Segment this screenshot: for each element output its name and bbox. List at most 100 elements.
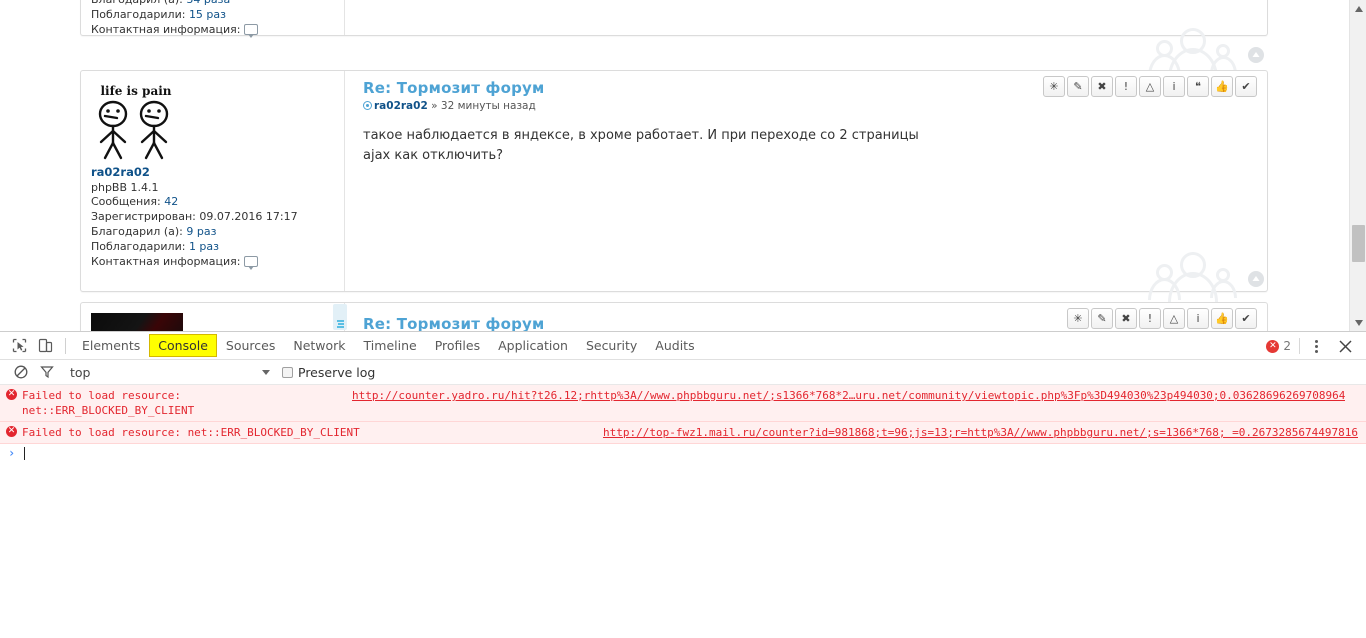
report-post-button[interactable]: ✳ <box>1067 308 1089 329</box>
profile-label: Благодарил (а): <box>91 0 183 6</box>
post-meta-separator: » <box>431 100 438 112</box>
post-body: ✳ ✎ ✖ ! △ i ❝ 👍 ✔ Re: Тормозит форум ra0… <box>345 71 1267 291</box>
post-info-button[interactable]: i <box>1187 308 1209 329</box>
filter-icon[interactable] <box>34 359 60 385</box>
report-icon-button[interactable]: △ <box>1163 308 1185 329</box>
profile-value[interactable]: 15 раз <box>189 8 226 21</box>
profile-label: Поблагодарили: <box>91 7 186 21</box>
profile-label: Благодарил (а): <box>91 225 183 239</box>
sidebar-toggle-tab[interactable] <box>333 304 347 330</box>
profile-label: Контактная информация: <box>91 254 241 268</box>
console-prompt-icon: › <box>8 446 16 460</box>
quote-post-button[interactable]: ❝ <box>1187 76 1209 97</box>
chevron-up-icon <box>1252 52 1260 57</box>
console-source-link[interactable]: http://counter.yadro.ru/hit?t26.12;rhttp… <box>352 388 1345 403</box>
preserve-log-checkbox[interactable] <box>282 366 293 378</box>
preserve-log-label: Preserve log <box>298 364 376 380</box>
scrollbar-up-arrow[interactable] <box>1350 0 1366 17</box>
error-count-badge[interactable]: ✕ 2 <box>1266 339 1291 353</box>
preserve-log-toggle[interactable]: Preserve log <box>282 365 375 380</box>
tab-application[interactable]: Application <box>489 334 577 357</box>
profile-label: Контактная информация: <box>91 22 241 36</box>
console-error-row[interactable]: ✕ Failed to load resource: net::ERR_BLOC… <box>0 385 1366 422</box>
tab-profiles[interactable]: Profiles <box>426 334 489 357</box>
delete-post-button[interactable]: ✖ <box>1091 76 1113 97</box>
tab-timeline[interactable]: Timeline <box>355 334 426 357</box>
devtools-tabbar: Elements Console Sources Network Timelin… <box>0 332 1366 360</box>
profile-row-contact: Контактная информация: <box>91 255 336 270</box>
profile-rank: phpBB 1.4.1 <box>91 180 159 194</box>
profile-value[interactable]: 34 раза <box>186 0 230 6</box>
toolbar-divider <box>65 337 66 354</box>
tab-security[interactable]: Security <box>577 334 646 357</box>
console-message-text: net::ERR_BLOCKED_BY_CLIENT <box>22 404 195 417</box>
console-message-list: ✕ Failed to load resource: net::ERR_BLOC… <box>0 385 1366 464</box>
post-ra02ra02: life is pain ra02ra02 phpBB 1.4.1 Сообще… <box>80 70 1268 292</box>
post-profile: life is pain ra02ra02 phpBB 1.4.1 Сообще… <box>81 71 345 291</box>
profile-row-thanked-received: Поблагодарили: 1 раз <box>91 240 336 255</box>
scrollbar-thumb[interactable] <box>1352 225 1365 262</box>
scroll-to-top-button[interactable] <box>1248 47 1264 63</box>
post-partial-top: Благодарил (а): 34 раза Поблагодарили: 1… <box>80 0 1268 38</box>
toolbar-divider <box>1299 338 1300 354</box>
private-message-icon[interactable] <box>243 23 258 38</box>
toggle-device-toolbar-icon[interactable] <box>32 333 58 359</box>
tab-network[interactable]: Network <box>284 334 354 357</box>
tab-console[interactable]: Console <box>149 334 217 357</box>
post-content-line: такое наблюдается в яндексе, в хроме раб… <box>363 128 919 143</box>
post-anchor-icon[interactable] <box>363 101 372 110</box>
profile-row-thanked-received: Поблагодарили: 15 раз <box>91 8 336 23</box>
approve-post-button[interactable]: ✔ <box>1235 76 1257 97</box>
profile-value[interactable]: 1 раз <box>189 240 219 253</box>
post-meta-author[interactable]: ra02ra02 <box>374 100 428 112</box>
warn-user-button[interactable]: ! <box>1139 308 1161 329</box>
tab-audits[interactable]: Audits <box>646 334 703 357</box>
browser-page-viewport: Благодарил (а): 34 раза Поблагодарили: 1… <box>0 0 1366 331</box>
more-options-icon[interactable] <box>1308 336 1324 356</box>
error-icon: ✕ <box>6 426 17 437</box>
post-toolbar: ✳ ✎ ✖ ! △ i ❝ 👍 ✔ <box>1043 76 1257 97</box>
warn-user-button[interactable]: ! <box>1115 76 1137 97</box>
post-toolbar: ✳ ✎ ✖ ! △ i 👍 ✔ <box>1067 308 1257 329</box>
scrollbar-down-arrow[interactable] <box>1350 314 1366 331</box>
collapse-icon <box>336 320 344 328</box>
console-filter-bar: top Preserve log <box>0 360 1366 385</box>
tab-elements[interactable]: Elements <box>73 334 149 357</box>
inspect-element-icon[interactable] <box>6 333 32 359</box>
post-author-link[interactable]: ra02ra02 <box>91 165 336 181</box>
post-body: ✳ ✎ ✖ ! △ i 👍 ✔ Re: Тормозит форум <box>345 303 1267 331</box>
edit-post-button[interactable]: ✎ <box>1067 76 1089 97</box>
avatar[interactable] <box>91 313 183 331</box>
profile-row-thanked-given: Благодарил (а): 9 раз <box>91 225 336 240</box>
private-message-icon[interactable] <box>243 255 258 270</box>
page-scrollbar[interactable] <box>1349 0 1366 331</box>
thank-post-button[interactable]: 👍 <box>1211 76 1233 97</box>
thank-post-button[interactable]: 👍 <box>1211 308 1233 329</box>
delete-post-button[interactable]: ✖ <box>1115 308 1137 329</box>
scroll-to-top-button[interactable] <box>1248 271 1264 287</box>
avatar[interactable]: life is pain <box>91 81 181 161</box>
post-info-button[interactable]: i <box>1163 76 1185 97</box>
execution-context-select[interactable]: top <box>70 365 270 380</box>
console-input-row[interactable]: › <box>0 444 1366 464</box>
error-count-value: 2 <box>1283 339 1291 353</box>
profile-value[interactable]: 9 раз <box>186 225 216 238</box>
error-icon: ✕ <box>6 389 17 400</box>
profile-value[interactable]: 42 <box>164 195 178 208</box>
execution-context-value: top <box>70 364 91 380</box>
edit-post-button[interactable]: ✎ <box>1091 308 1113 329</box>
clear-console-icon[interactable] <box>8 359 34 385</box>
report-post-button[interactable]: ✳ <box>1043 76 1065 97</box>
console-error-row[interactable]: ✕ Failed to load resource: net::ERR_BLOC… <box>0 422 1366 444</box>
post-body <box>345 0 1267 35</box>
profile-row-thanked-given: Благодарил (а): 34 раза <box>91 0 336 8</box>
profile-row-contact: Контактная информация: <box>91 23 336 38</box>
close-devtools-button[interactable] <box>1332 333 1358 359</box>
approve-post-button[interactable]: ✔ <box>1235 308 1257 329</box>
console-source-link[interactable]: http://top-fwz1.mail.ru/counter?id=98186… <box>603 425 1358 440</box>
profile-row-registered: Зарегистрирован: 09.07.2016 17:17 <box>91 210 336 225</box>
tab-sources[interactable]: Sources <box>217 334 284 357</box>
report-icon-button[interactable]: △ <box>1139 76 1161 97</box>
error-icon: ✕ <box>1266 339 1280 353</box>
profile-label: Поблагодарили: <box>91 239 186 253</box>
